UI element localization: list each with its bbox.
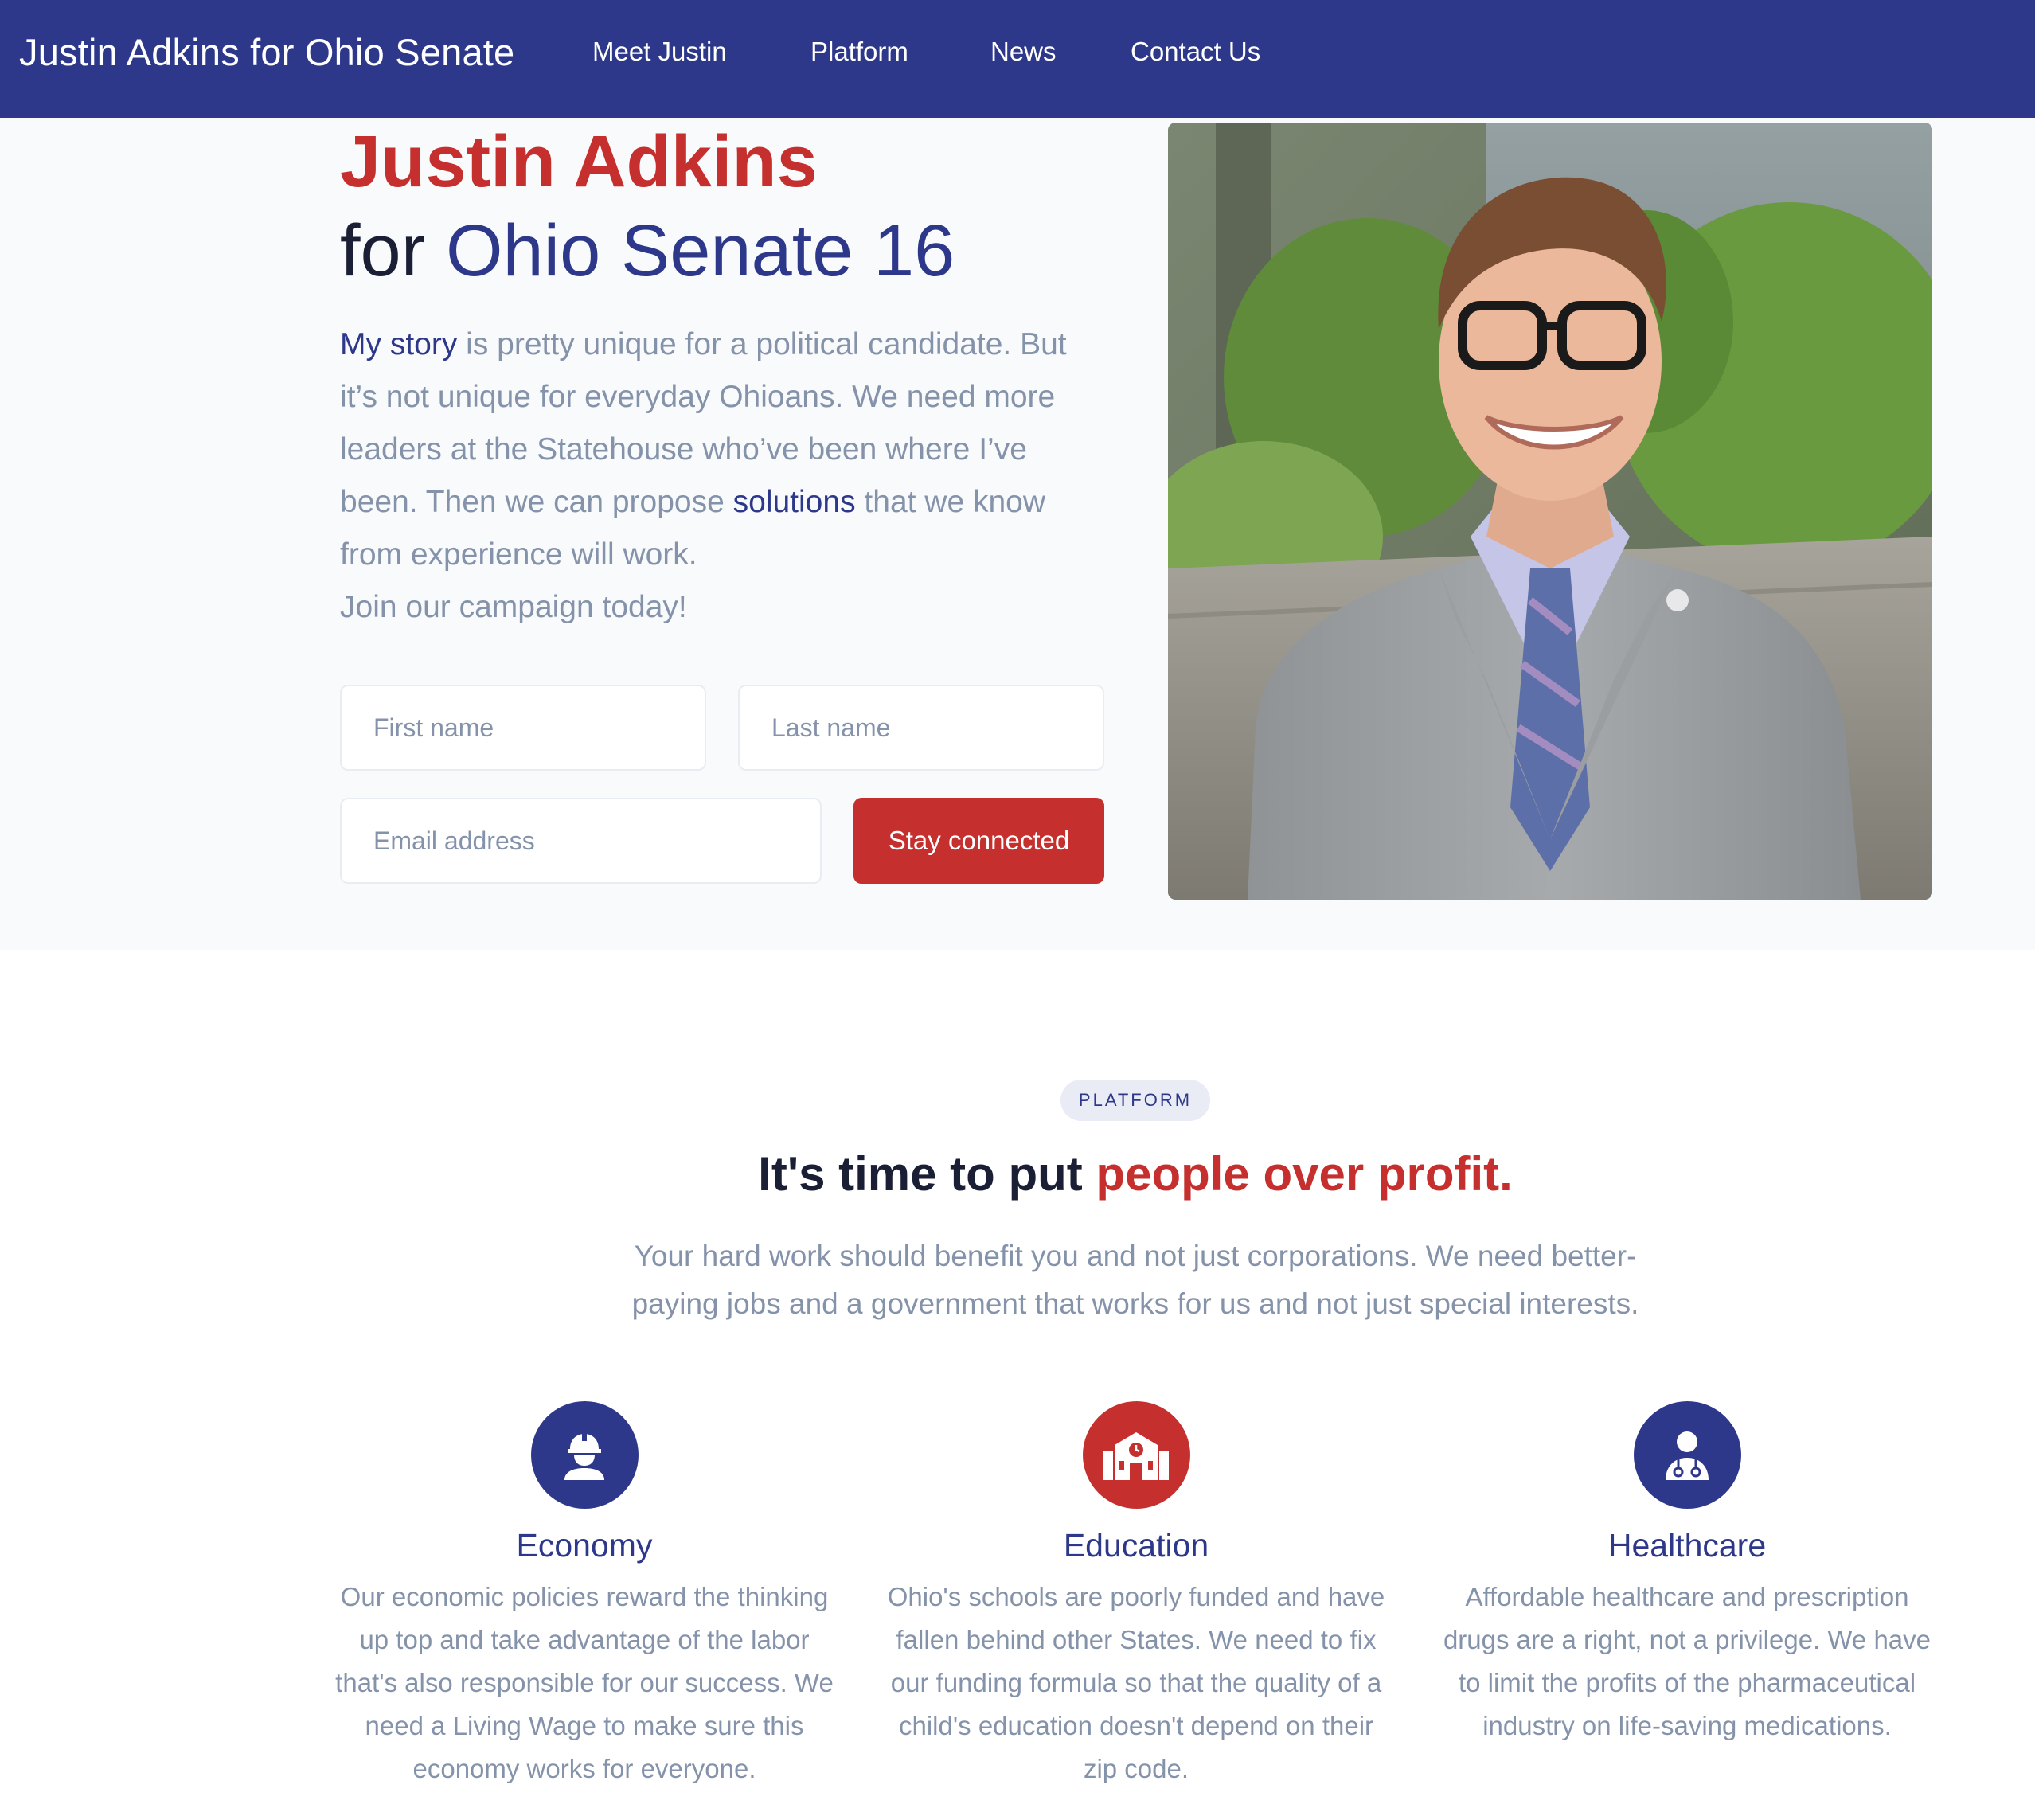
feature-title: Education: [1063, 1527, 1209, 1564]
top-navbar: Justin Adkins for Ohio Senate Meet Justi…: [0, 0, 2035, 118]
stay-connected-button[interactable]: Stay connected: [853, 798, 1104, 884]
platform-lead: Your hard work should benefit you and no…: [631, 1240, 1639, 1320]
feature-education: Education Ohio's schools are poorly fund…: [881, 1401, 1391, 1791]
nav-contact-us[interactable]: Contact Us: [1131, 0, 1260, 103]
platform-title-main: It's time to put: [758, 1147, 1096, 1201]
feature-healthcare: Healthcare Affordable healthcare and pre…: [1432, 1401, 1942, 1748]
nav-platform[interactable]: Platform: [810, 0, 908, 103]
hero-title-office: for Ohio Senate 16: [340, 207, 955, 295]
nav-meet-justin[interactable]: Meet Justin: [592, 0, 727, 103]
worker-icon: [530, 1401, 639, 1509]
last-name-input[interactable]: [738, 685, 1104, 771]
platform-badge: PLATFORM: [1060, 1080, 1210, 1121]
first-name-input[interactable]: [340, 685, 706, 771]
feature-text: Affordable healthcare and prescription d…: [1443, 1582, 1931, 1740]
candidate-photo: [1168, 123, 1932, 900]
doctor-icon: [1633, 1401, 1741, 1509]
brand-link[interactable]: Justin Adkins for Ohio Senate: [19, 0, 514, 103]
platform-title: It's time to put people over profit.: [0, 1138, 2035, 1210]
feature-text: Our economic policies reward the thinkin…: [335, 1582, 834, 1783]
hero-title-for: for: [340, 210, 426, 291]
hero-title-name: Justin Adkins: [340, 121, 818, 202]
nav-news[interactable]: News: [990, 0, 1057, 103]
feature-title: Economy: [516, 1527, 653, 1564]
school-icon: [1082, 1401, 1190, 1509]
feature-title: Healthcare: [1607, 1527, 1767, 1564]
feature-economy: Economy Our economic policies reward the…: [330, 1401, 839, 1791]
platform-title-accent: people over profit.: [1096, 1147, 1513, 1201]
feature-text: Ohio's schools are poorly funded and hav…: [887, 1582, 1385, 1783]
my-story-link[interactable]: My story: [340, 327, 457, 361]
hero-intro-text: My story is pretty unique for a politica…: [340, 318, 1104, 634]
solutions-link[interactable]: solutions: [733, 485, 856, 519]
email-input[interactable]: [340, 798, 822, 884]
hero-title-accent: Ohio Senate 16: [445, 210, 955, 291]
hero-section: Justin Adkins for Ohio Senate 16 My stor…: [0, 118, 2035, 950]
hero-cta-text: Join our campaign today!: [340, 590, 687, 624]
